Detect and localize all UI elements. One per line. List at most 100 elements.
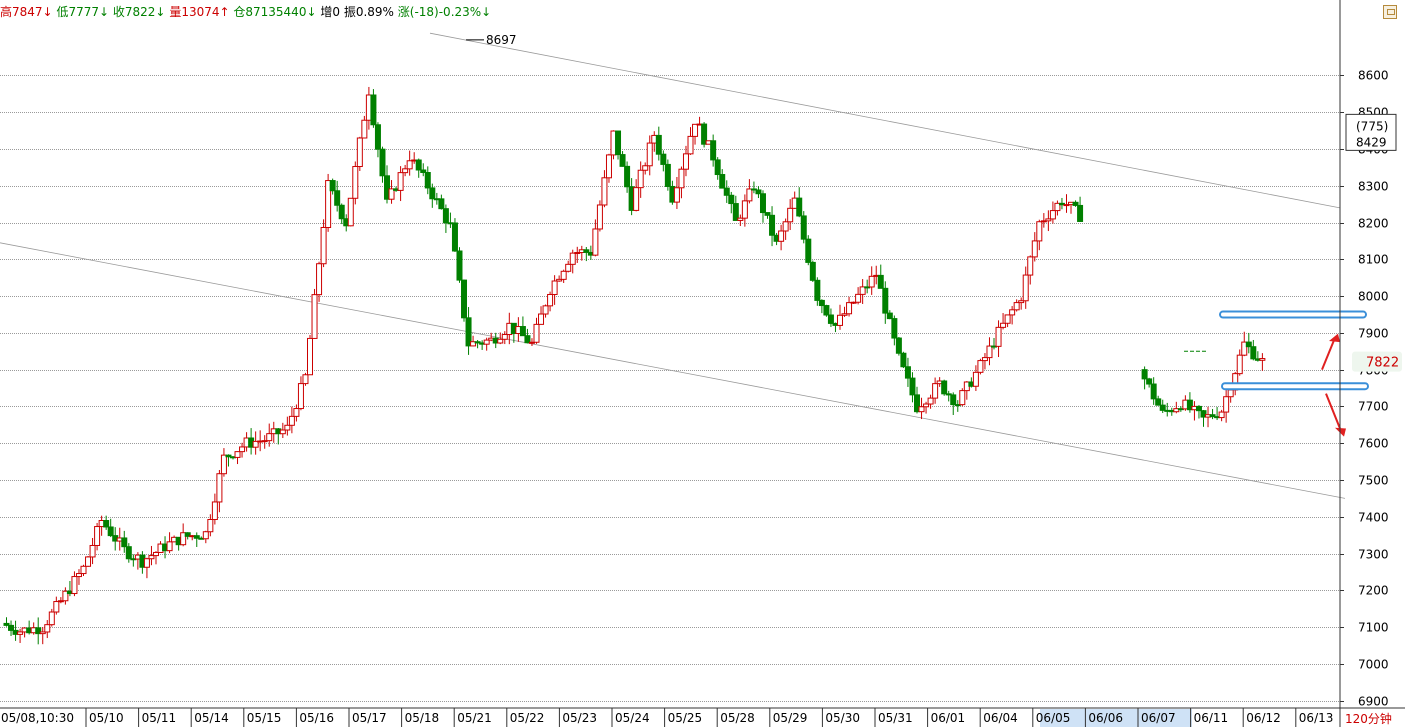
tick-label: 8200: [1358, 217, 1389, 231]
candle-body: [166, 541, 173, 552]
candle-body: [415, 159, 422, 171]
x-label: 05/17: [352, 711, 387, 725]
candle-body: [687, 135, 694, 155]
x-label: 06/12: [1246, 711, 1281, 725]
candle-body: [624, 165, 631, 188]
x-label: 05/25: [668, 711, 703, 725]
candle-body: [266, 433, 273, 442]
candle-body: [986, 345, 993, 359]
up-arrow-head: [1329, 333, 1340, 343]
candle: [456, 247, 463, 283]
candle-body: [234, 451, 241, 458]
candle-body: [279, 429, 286, 435]
candle-body: [1013, 302, 1020, 311]
candle: [370, 89, 377, 128]
tick-label: 7200: [1358, 584, 1389, 598]
candle-body: [714, 159, 721, 176]
candle-body: [429, 187, 436, 200]
tick-label: 7700: [1358, 400, 1389, 414]
candle-body: [438, 198, 445, 210]
x-label: 06/04: [983, 711, 1018, 725]
candle-body: [297, 383, 304, 410]
x-label: 05/24: [615, 711, 650, 725]
candle-body: [646, 142, 653, 167]
candle-body: [288, 415, 295, 426]
tick-label: 8300: [1358, 180, 1389, 194]
candle-body: [207, 519, 214, 533]
candle-body: [329, 180, 336, 192]
tick-label: 7900: [1358, 327, 1389, 341]
candle: [35, 617, 42, 645]
candle-body: [316, 263, 323, 296]
axis-count: (775): [1356, 119, 1388, 133]
support-band: [1221, 382, 1369, 391]
tick-label: 7400: [1358, 511, 1389, 525]
candle: [352, 161, 359, 205]
candle-body: [94, 526, 101, 546]
candle-body: [451, 222, 458, 252]
candle-body: [402, 168, 409, 174]
x-label: 05/10: [89, 711, 124, 725]
up-arrow-shaft: [1321, 339, 1335, 371]
candle-body: [809, 261, 816, 281]
candle: [868, 266, 875, 295]
candles: [3, 86, 1266, 645]
candle-body: [202, 531, 209, 540]
x-label: 06/06: [1088, 711, 1123, 725]
candle-body: [397, 172, 404, 191]
candle-body: [741, 200, 748, 219]
trendlines: [0, 32, 1346, 499]
candle-body: [615, 130, 622, 156]
candle-body: [633, 187, 640, 211]
candle: [307, 334, 314, 376]
candle-body: [461, 279, 468, 319]
candle-body: [655, 134, 662, 155]
candle-body: [307, 337, 314, 376]
x-label: 05/28: [720, 711, 755, 725]
candle-body: [347, 197, 354, 227]
candle-body: [719, 174, 726, 189]
x-label: 05/31: [878, 711, 913, 725]
candle-body: [320, 226, 327, 265]
candle-body: [836, 314, 843, 326]
candle-body: [370, 94, 377, 126]
tick-label: 7600: [1358, 437, 1389, 451]
candle-body: [216, 473, 223, 503]
candle-body: [456, 250, 463, 281]
candle-body: [284, 424, 291, 431]
candle: [805, 235, 812, 266]
candle-body: [379, 148, 386, 177]
candle-body: [442, 208, 449, 224]
candle-body: [48, 611, 55, 626]
tick-label: 7000: [1358, 658, 1389, 672]
tick-label: 7500: [1358, 474, 1389, 488]
candle: [1077, 196, 1084, 222]
candle-body: [361, 119, 368, 139]
candle-body: [53, 601, 60, 613]
candle-body: [710, 140, 717, 161]
candle-body: [406, 160, 413, 170]
candle-body: [868, 275, 875, 288]
candle-body: [932, 383, 939, 399]
candle-body: [8, 624, 15, 631]
candle-body: [664, 163, 671, 187]
candle-body: [1049, 210, 1056, 220]
candlestick-chart[interactable]: 8697 6900 7000 7100 7200 7300 7400 7500 7600 770…: [0, 0, 1405, 727]
candle-body: [1250, 346, 1257, 360]
candle-body: [1155, 398, 1162, 406]
timeframe-label: 120分钟: [1345, 711, 1392, 726]
candle-body: [950, 394, 957, 406]
candle: [461, 279, 468, 322]
candle-body: [1218, 411, 1225, 419]
candle: [950, 392, 957, 415]
candle-body: [1000, 322, 1007, 328]
candle-body: [1259, 358, 1266, 361]
candle-body: [107, 526, 114, 537]
candle-body: [356, 137, 363, 168]
tick-label: 8600: [1358, 69, 1389, 83]
candle: [85, 555, 92, 567]
candle-body: [900, 352, 907, 368]
candle: [143, 557, 150, 579]
candle-body: [796, 197, 803, 217]
candle-body: [71, 576, 78, 595]
